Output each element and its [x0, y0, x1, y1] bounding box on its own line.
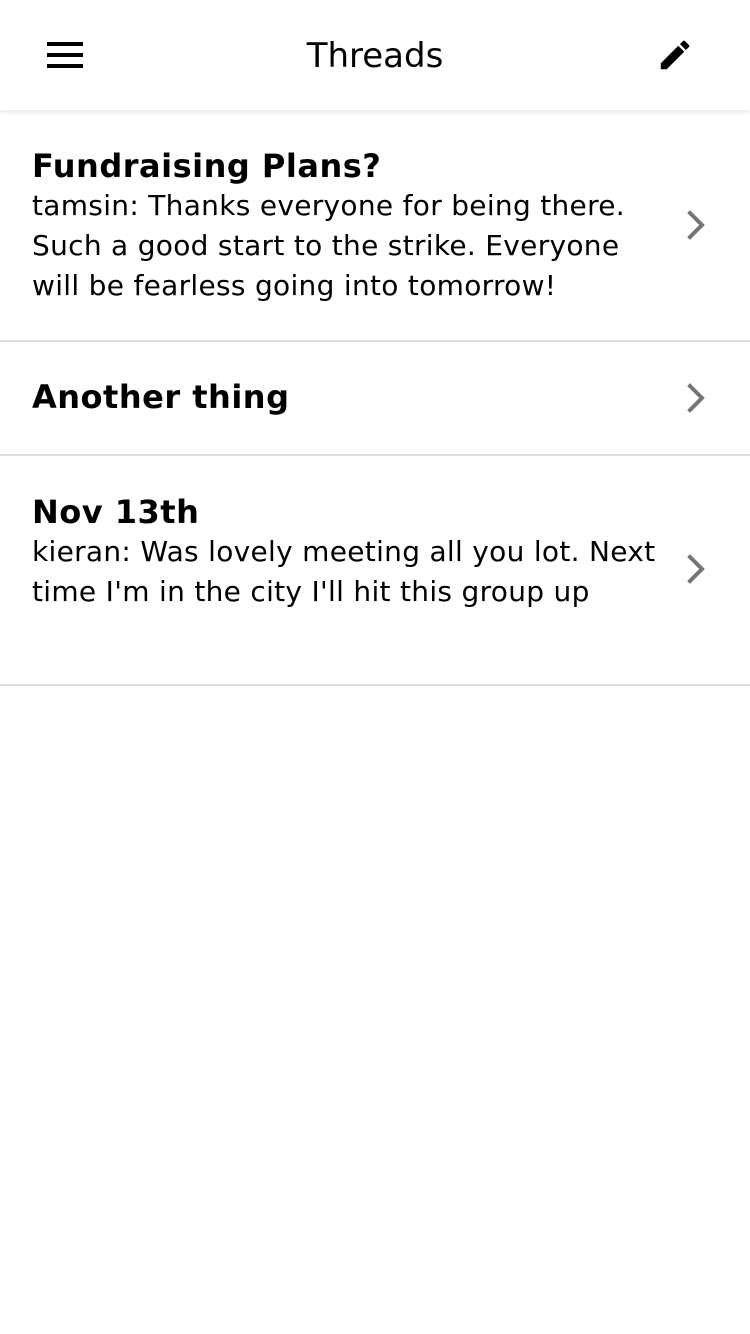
thread-preview: kieran: Was lovely meeting all you lot. …: [32, 535, 656, 608]
hamburger-menu-icon: [47, 42, 83, 68]
thread-item[interactable]: Fundraising Plans? tamsin: Thanks everyo…: [0, 111, 750, 342]
thread-list: Fundraising Plans? tamsin: Thanks everyo…: [0, 111, 750, 686]
menu-button[interactable]: [25, 15, 105, 95]
thread-title: Fundraising Plans?: [32, 147, 382, 185]
pencil-edit-icon: [660, 40, 690, 70]
chevron-right-icon: [687, 554, 705, 584]
thread-item[interactable]: Another thing: [0, 342, 750, 456]
app-bar: Threads: [0, 0, 750, 110]
thread-title: Nov 13th: [32, 493, 200, 531]
chevron-right-icon: [687, 383, 705, 413]
thread-text: Fundraising Plans? tamsin: Thanks everyo…: [32, 146, 672, 306]
compose-button[interactable]: [635, 15, 715, 95]
chevron-right-icon: [687, 210, 705, 240]
thread-title: Another thing: [32, 378, 290, 416]
thread-text: Another thing: [32, 377, 672, 417]
thread-preview: tamsin: Thanks everyone for being there.…: [32, 189, 625, 302]
thread-text: Nov 13th kieran: Was lovely meeting all …: [32, 492, 672, 612]
thread-item[interactable]: Nov 13th kieran: Was lovely meeting all …: [0, 456, 750, 686]
